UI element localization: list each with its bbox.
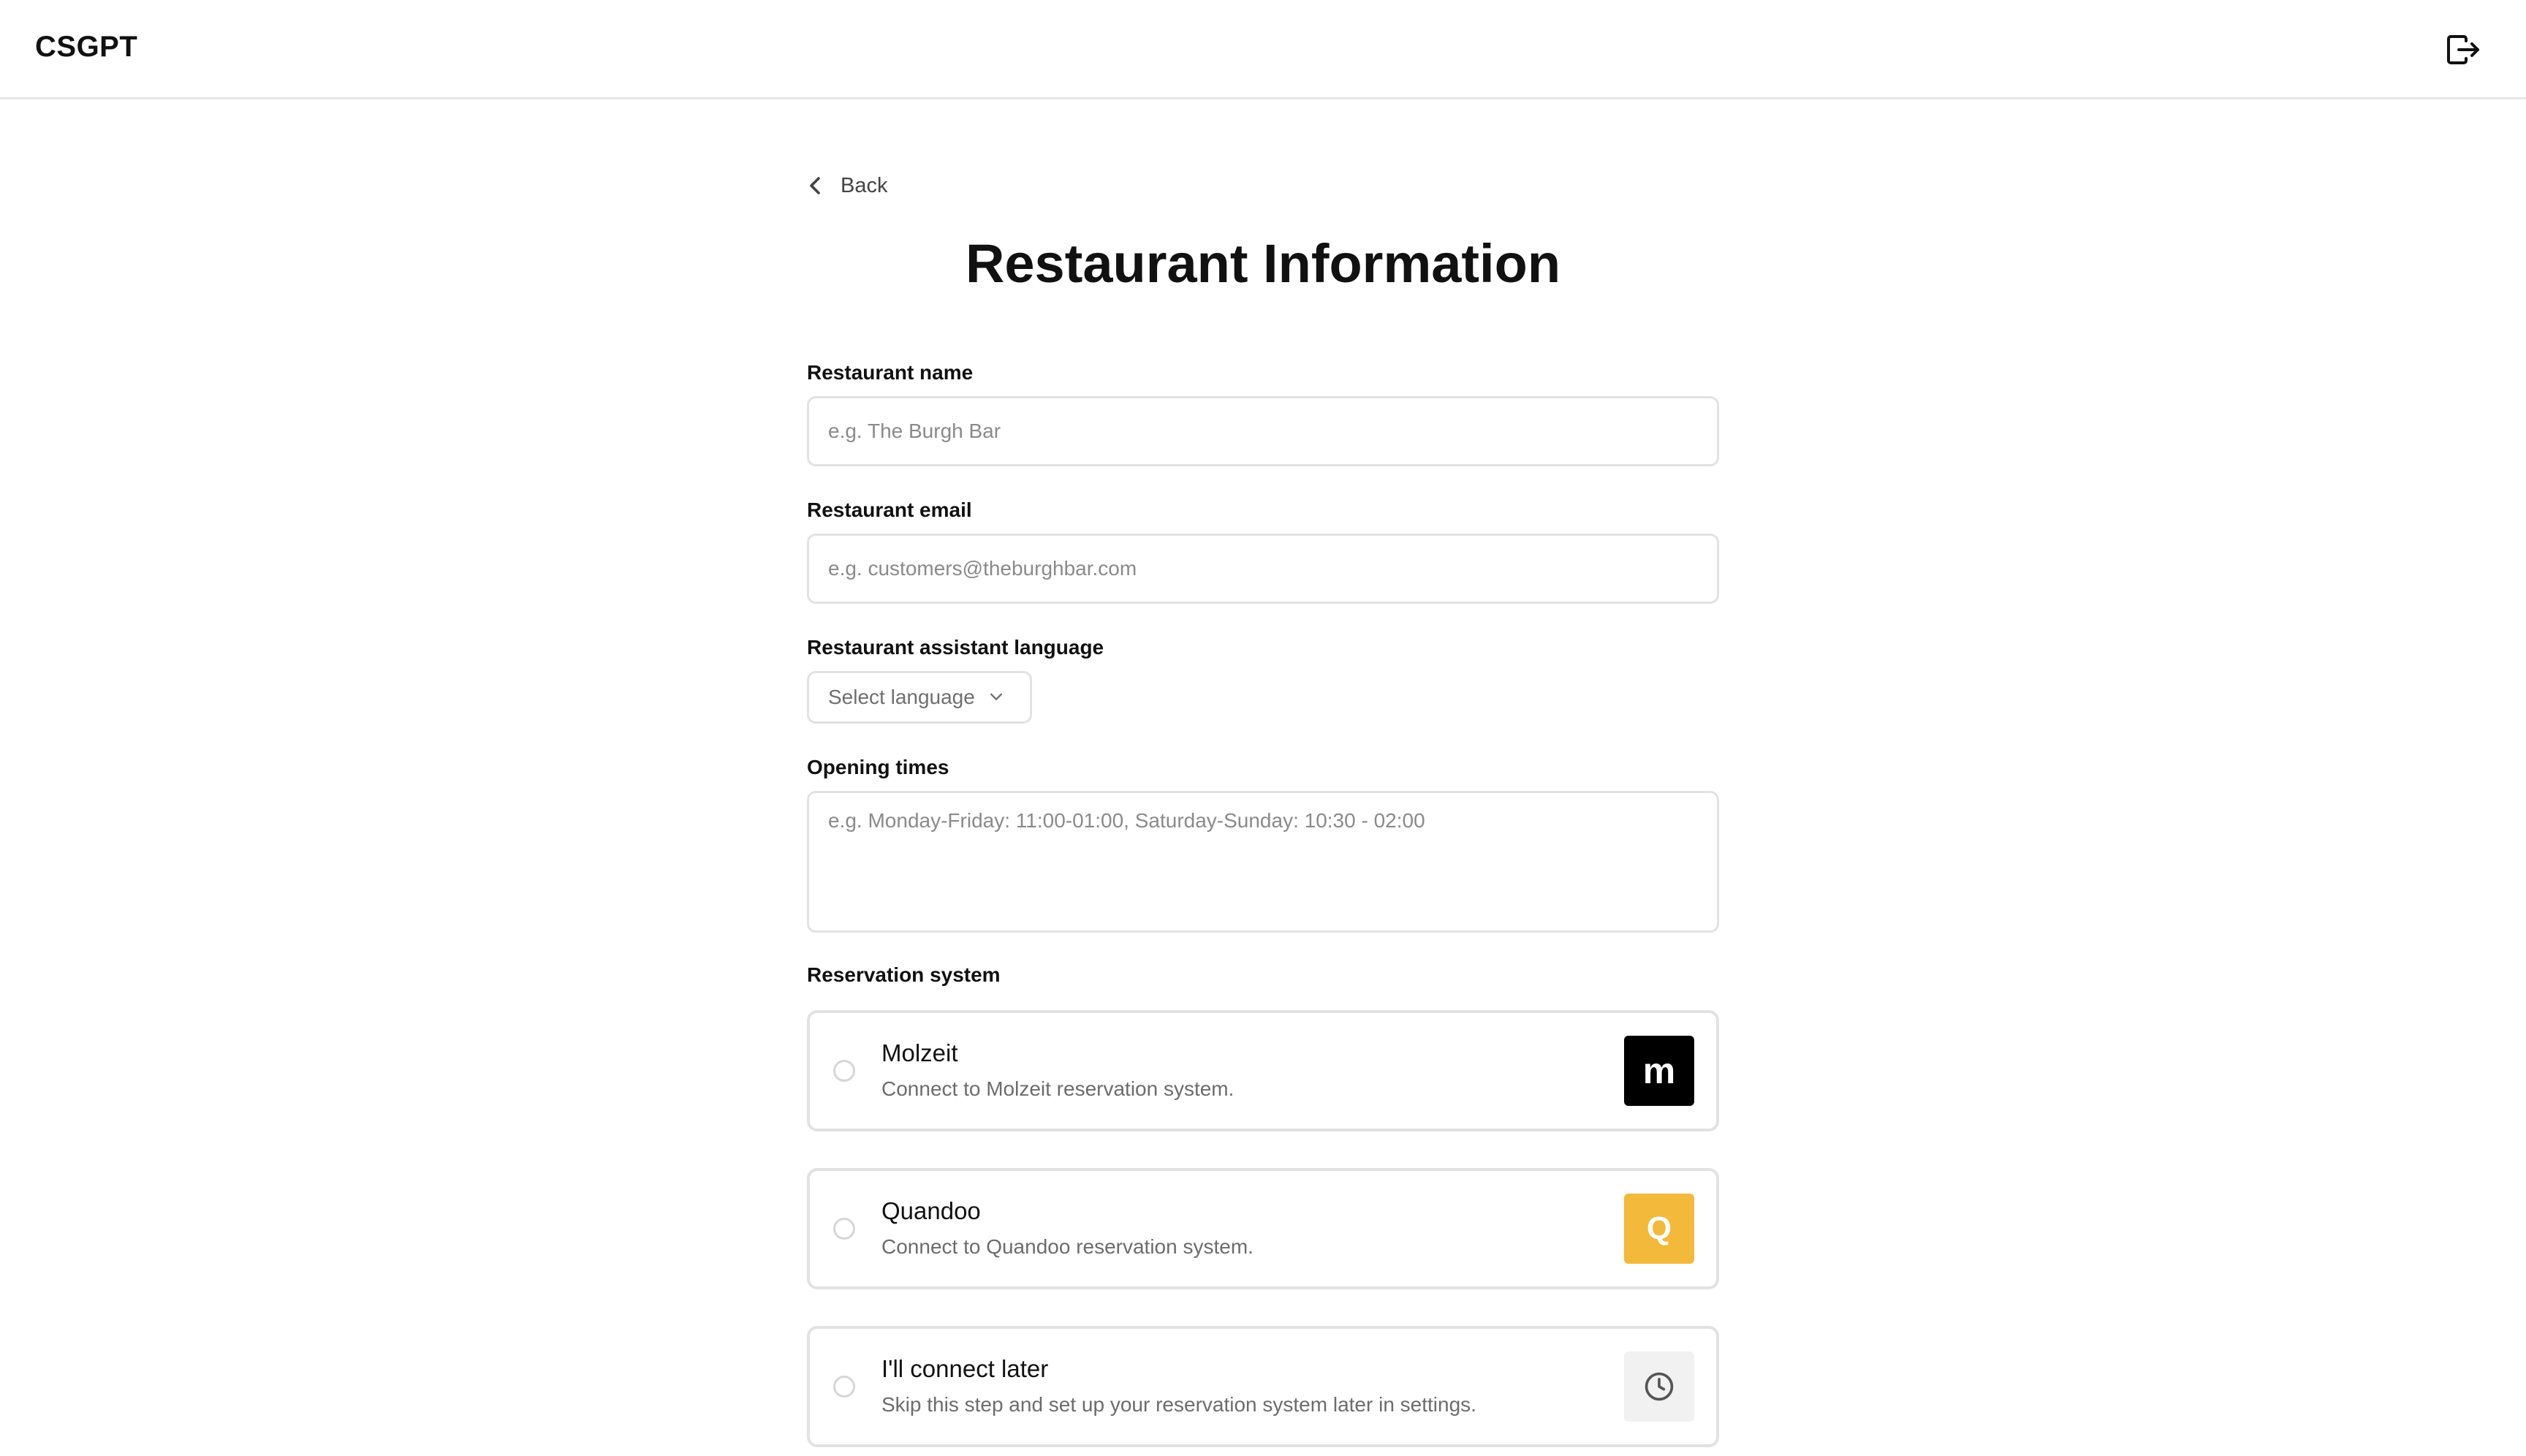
restaurant-email-label: Restaurant email	[807, 498, 972, 521]
back-label: Back	[841, 173, 888, 197]
logout-icon	[2447, 35, 2479, 64]
radio-button[interactable]	[833, 1376, 855, 1398]
reservation-option-quandoo[interactable]: Quandoo Connect to Quandoo reservation s…	[807, 1168, 1719, 1289]
restaurant-name-label: Restaurant name	[807, 361, 974, 384]
logout-button[interactable]	[2446, 34, 2481, 66]
chevron-left-icon	[810, 177, 820, 194]
option-description: Connect to Molzeit reservation system.	[881, 1077, 1234, 1100]
restaurant-name-input[interactable]	[807, 396, 1719, 466]
brand-logo[interactable]: CSGPT	[35, 31, 137, 64]
language-select-value: Select language	[828, 686, 975, 708]
opening-times-label: Opening times	[807, 756, 949, 778]
molzeit-logo: m	[1624, 1036, 1694, 1106]
restaurant-email-input[interactable]	[807, 534, 1719, 604]
reservation-option-molzeit[interactable]: Molzeit Connect to Molzeit reservation s…	[807, 1010, 1719, 1131]
back-link[interactable]: Back	[807, 170, 887, 202]
top-bar: CSGPT	[0, 0, 2526, 99]
radio-button[interactable]	[833, 1060, 855, 1082]
opening-times-textarea[interactable]	[807, 791, 1719, 933]
page-title: Restaurant Information	[965, 233, 1561, 294]
radio-button[interactable]	[833, 1218, 855, 1240]
option-description: Connect to Quandoo reservation system.	[881, 1235, 1253, 1258]
option-title: Quandoo	[881, 1197, 981, 1224]
option-description: Skip this step and set up your reservati…	[881, 1393, 1476, 1416]
chevron-down-icon	[990, 693, 1002, 700]
option-title: I'll connect later	[881, 1355, 1049, 1382]
option-title: Molzeit	[881, 1039, 958, 1066]
clock-icon	[1645, 1372, 1674, 1401]
language-select[interactable]: Select language	[807, 671, 1032, 724]
reservation-system-label: Reservation system	[807, 963, 1001, 986]
reservation-option-connect-later[interactable]: I'll connect later Skip this step and se…	[807, 1326, 1719, 1447]
quandoo-logo: Q	[1624, 1194, 1694, 1264]
assistant-language-label: Restaurant assistant language	[807, 636, 1104, 659]
clock-logo	[1624, 1351, 1694, 1422]
